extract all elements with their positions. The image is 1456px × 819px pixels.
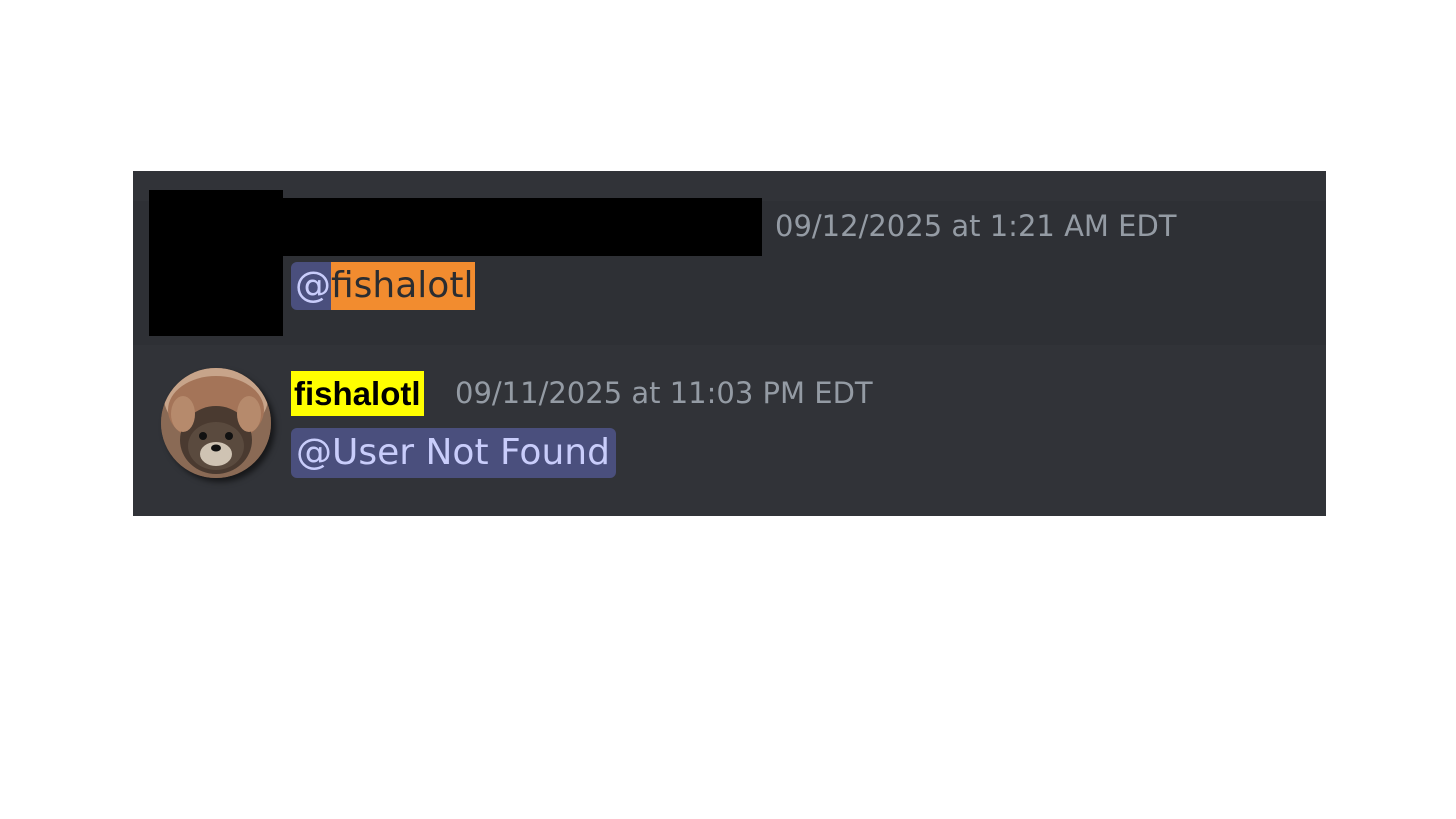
mention-username-highlighted: fishalotl — [331, 262, 476, 310]
username[interactable]: fishalotl — [291, 371, 424, 416]
user-mention[interactable]: @ fishalotl — [291, 262, 476, 310]
mention-at-symbol: @ — [295, 265, 331, 306]
chat-top-strip — [133, 171, 1326, 201]
user-mention[interactable]: @User Not Found — [291, 428, 616, 478]
otter-avatar-icon[interactable] — [161, 368, 271, 478]
redacted-username — [283, 198, 762, 256]
message-timestamp[interactable]: 09/11/2025 at 11:03 PM EDT — [455, 379, 873, 408]
otter-avatar-image — [161, 368, 271, 478]
redacted-avatar — [149, 190, 283, 336]
message-timestamp[interactable]: 09/12/2025 at 1:21 AM EDT — [775, 212, 1177, 241]
